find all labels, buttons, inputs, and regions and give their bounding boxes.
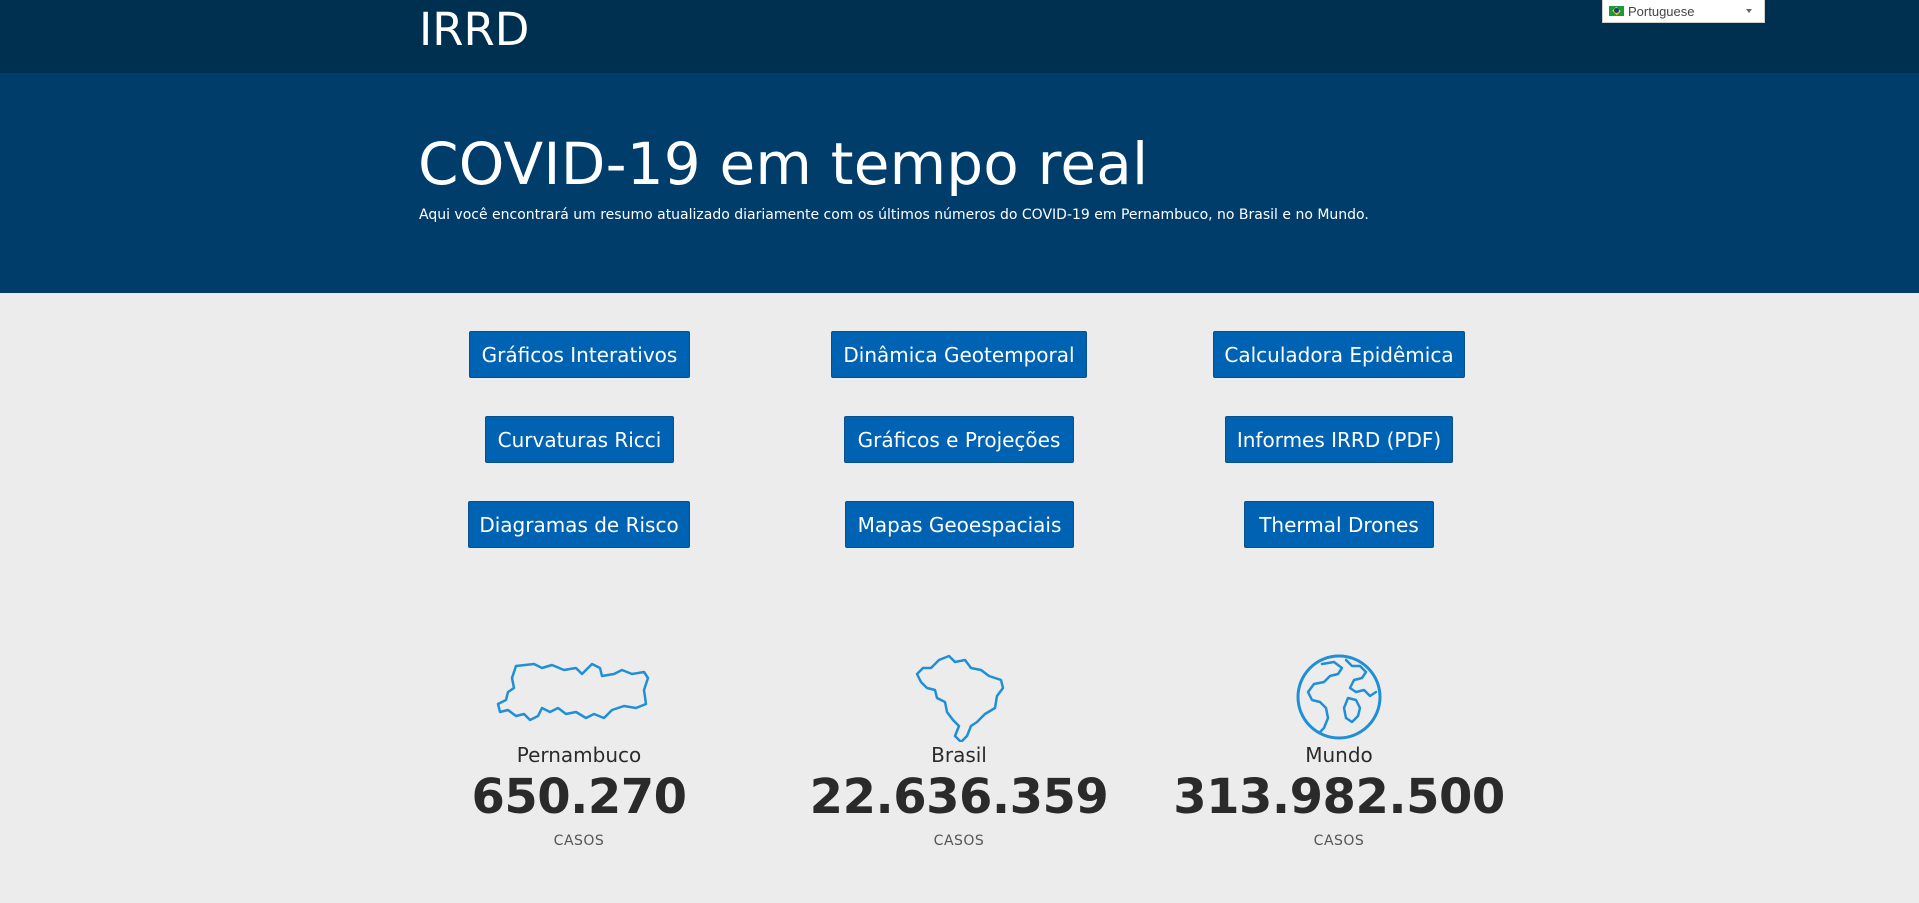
stat-value: 650.270 — [471, 769, 687, 825]
stat-pernambuco: Pernambuco 650.270 CASOS — [389, 652, 769, 850]
curvaturas-ricci-button[interactable]: Curvaturas Ricci — [485, 416, 674, 463]
stat-value: 22.636.359 — [809, 769, 1109, 825]
mapas-geoespaciais-button[interactable]: Mapas Geoespaciais — [845, 501, 1074, 548]
graficos-projecoes-button[interactable]: Gráficos e Projeções — [844, 416, 1074, 463]
thermal-drones-button[interactable]: Thermal Drones — [1244, 501, 1434, 548]
page-subtitle: Aqui você encontrará um resumo atualizad… — [419, 207, 1369, 223]
stat-unit: CASOS — [553, 833, 605, 849]
informes-irrd-button[interactable]: Informes IRRD (PDF) — [1225, 416, 1453, 463]
top-navbar: IRRD Portuguese — [0, 0, 1919, 73]
dinamica-geotemporal-button[interactable]: Dinâmica Geotemporal — [831, 331, 1087, 378]
stat-label: Brasil — [931, 743, 987, 767]
stat-label: Pernambuco — [516, 743, 642, 767]
stat-unit: CASOS — [933, 833, 985, 849]
page-title: COVID-19 em tempo real — [418, 130, 1149, 198]
stat-unit: CASOS — [1313, 833, 1365, 849]
calculadora-epidemica-button[interactable]: Calculadora Epidêmica — [1213, 331, 1465, 378]
stat-label: Mundo — [1305, 743, 1373, 767]
language-selector[interactable]: Portuguese — [1602, 0, 1765, 23]
pernambuco-map-icon — [496, 662, 650, 722]
stat-value: 313.982.500 — [1173, 769, 1505, 825]
language-selected: Portuguese — [1628, 3, 1695, 19]
stat-brasil: Brasil 22.636.359 CASOS — [769, 652, 1149, 850]
graficos-interativos-button[interactable]: Gráficos Interativos — [469, 331, 690, 378]
brazil-flag-icon — [1609, 6, 1624, 16]
site-brand[interactable]: IRRD — [419, 4, 529, 56]
diagramas-risco-button[interactable]: Diagramas de Risco — [468, 501, 690, 548]
stat-mundo: Mundo 313.982.500 CASOS — [1149, 652, 1529, 850]
hero-banner: COVID-19 em tempo real Aqui você encontr… — [0, 73, 1919, 293]
globe-icon — [1296, 654, 1382, 740]
brazil-map-icon — [915, 654, 1005, 742]
chevron-down-icon — [1746, 9, 1752, 13]
